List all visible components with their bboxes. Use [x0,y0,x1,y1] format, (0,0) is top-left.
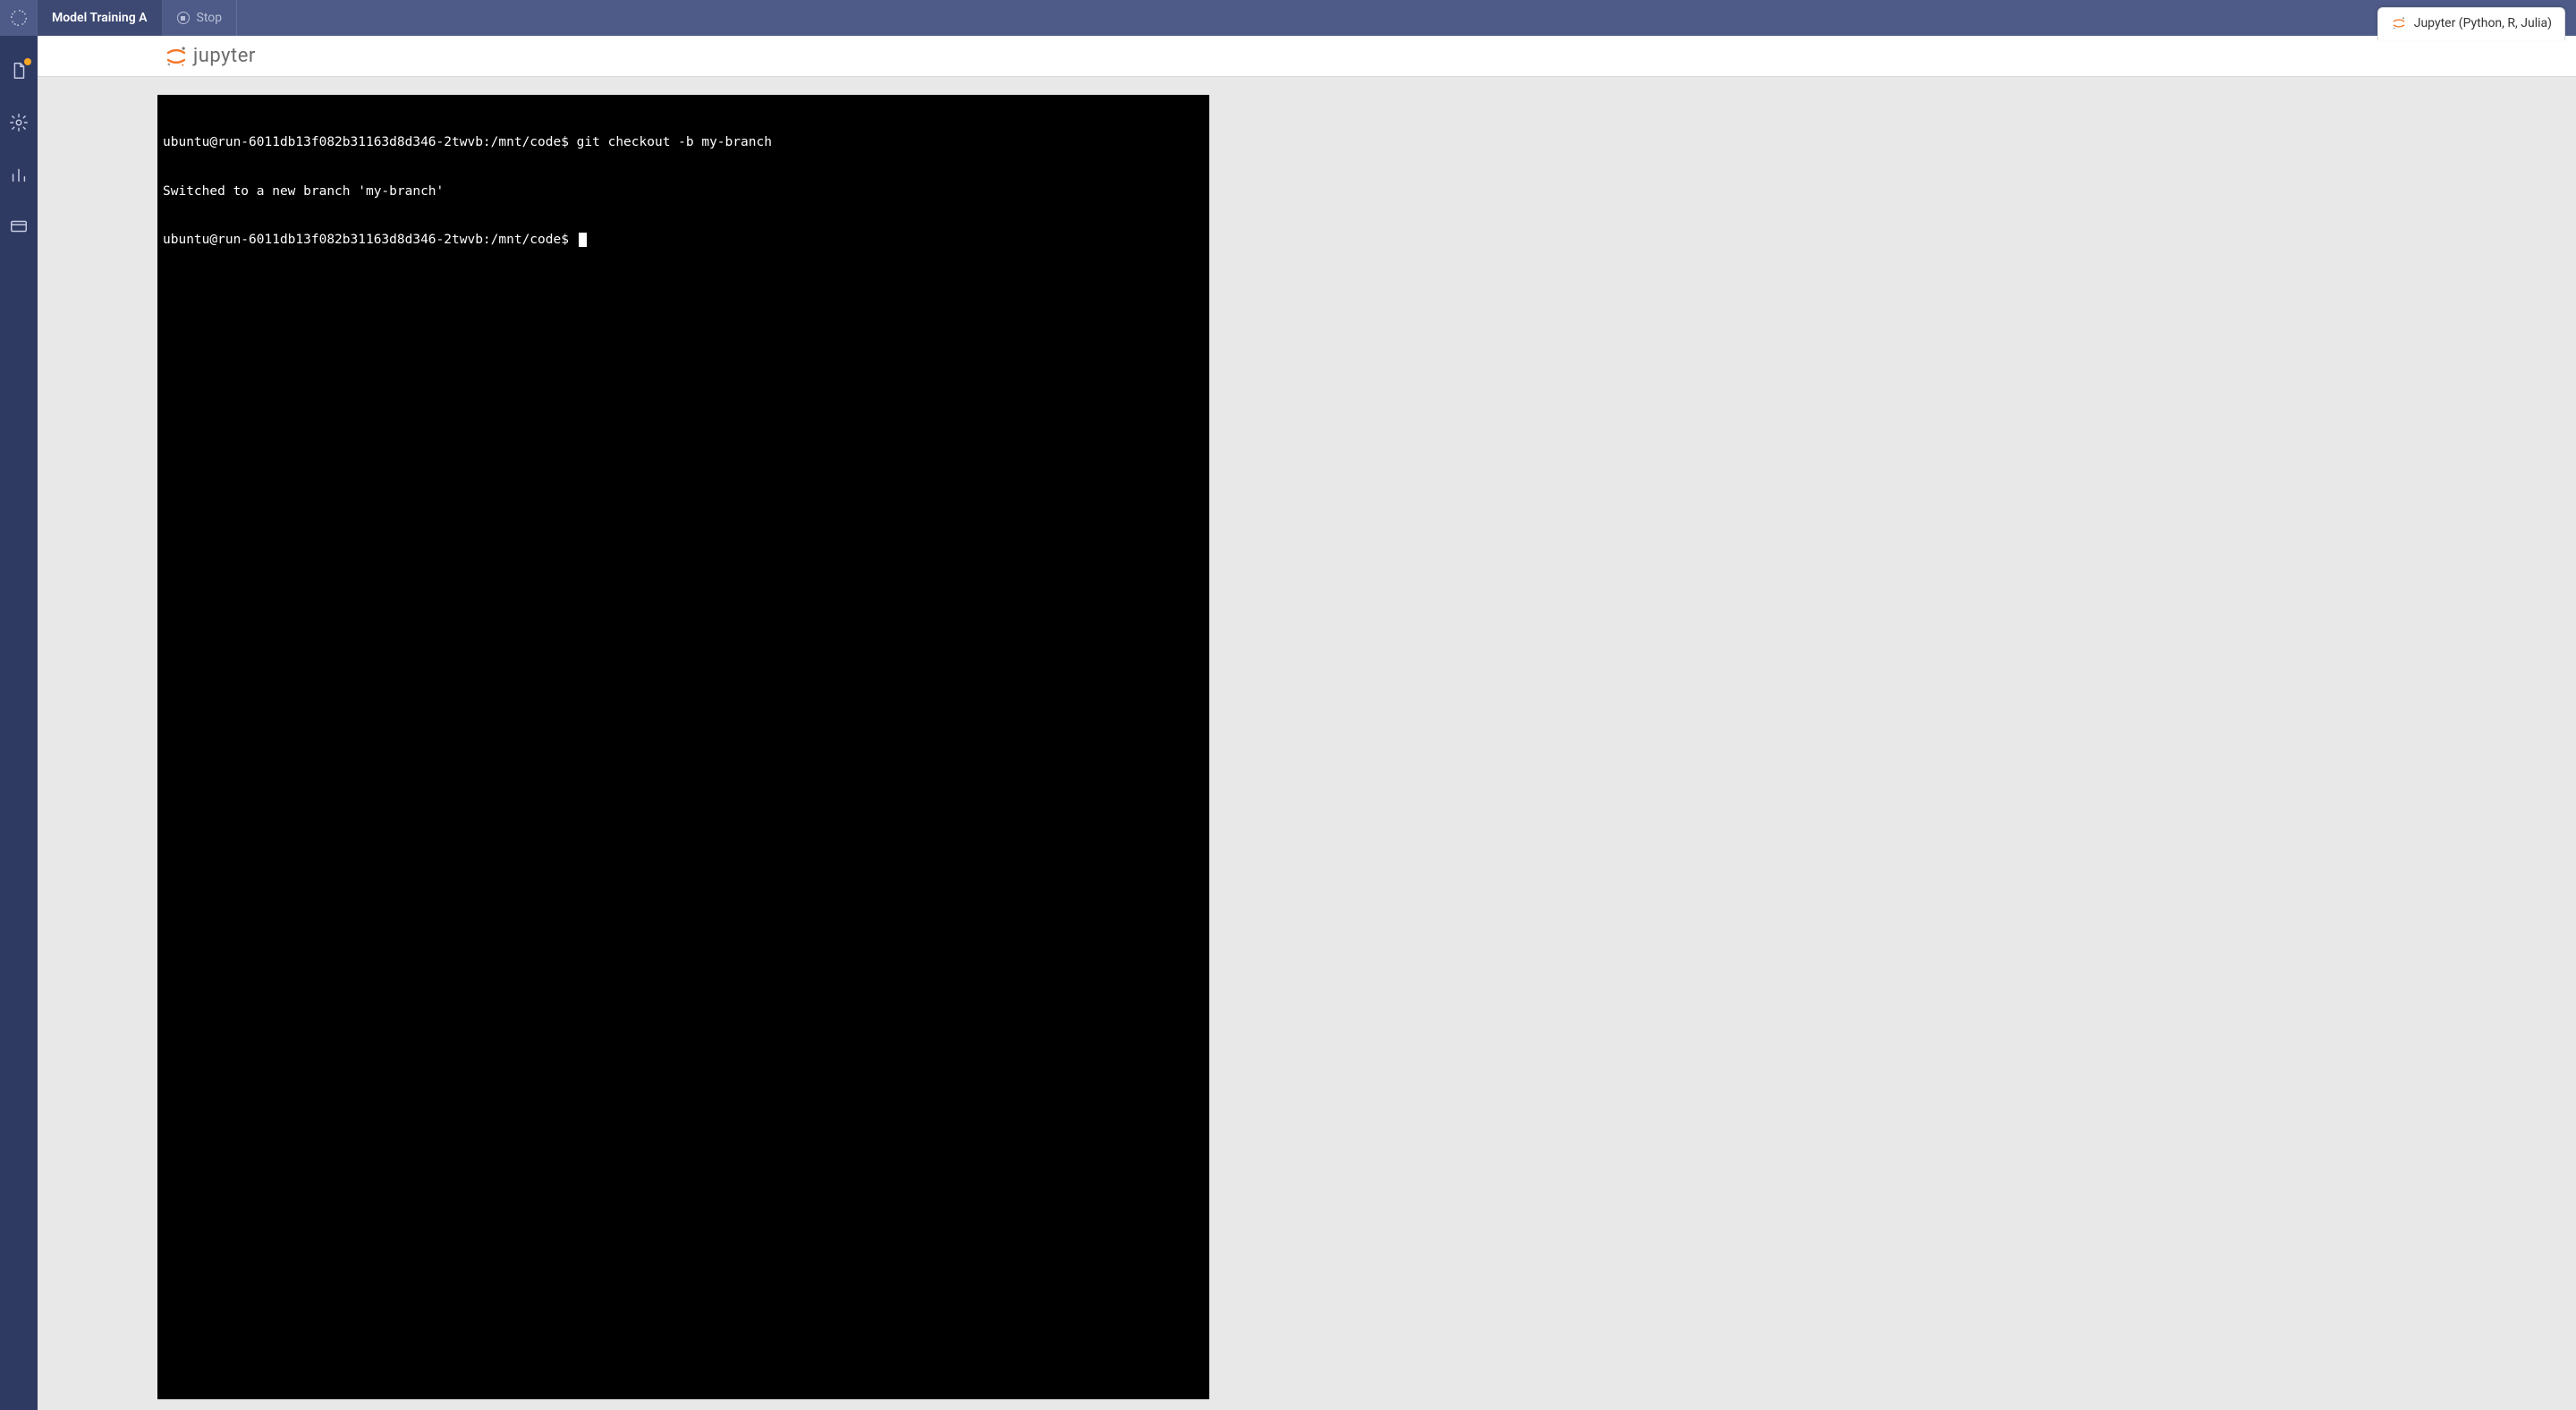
gear-icon [9,113,29,132]
workspace-title[interactable]: Model Training A [38,0,163,36]
terminal-line: ubuntu@run-6011db13f082b31163d8d346-2twv… [163,134,1204,150]
terminal-prompt: ubuntu@run-6011db13f082b31163d8d346-2twv… [163,233,577,247]
card-icon [9,217,29,236]
jupyter-small-icon [2391,15,2407,31]
sidebar-item-files[interactable] [9,61,29,81]
jupyter-brand-text: jupyter [193,45,256,67]
tab-jupyter-label: Jupyter (Python, R, Julia) [2414,16,2552,30]
terminal-line: ubuntu@run-6011db13f082b31163d8d346-2twv… [163,232,1204,248]
stop-button[interactable]: Stop [163,0,238,36]
terminal[interactable]: ubuntu@run-6011db13f082b31163d8d346-2twv… [157,95,1209,1399]
bar-chart-icon [9,165,29,184]
sidebar-item-metrics[interactable] [9,165,29,184]
stop-icon [177,12,190,24]
terminal-cursor [579,233,587,247]
notification-badge [24,58,31,65]
jupyter-header: jupyter [38,36,2576,77]
stop-button-label: Stop [197,11,223,25]
terminal-line: Switched to a new branch 'my-branch' [163,183,1204,200]
jupyter-icon [165,45,188,68]
sidebar-item-settings[interactable] [9,113,29,132]
topbar: Model Training A Stop Jupyter (Python, R… [0,0,2576,36]
main-area: jupyter ubuntu@run-6011db13f082b31163d8d… [38,36,2576,1410]
swirl-icon [9,8,29,28]
tab-jupyter[interactable]: Jupyter (Python, R, Julia) [2377,7,2565,40]
sidebar [0,36,38,1410]
topbar-spacer [237,0,2576,36]
app-logo[interactable] [0,0,38,36]
workspace-title-text: Model Training A [52,11,148,25]
jupyter-logo[interactable]: jupyter [165,45,256,68]
content-area: ubuntu@run-6011db13f082b31163d8d346-2twv… [38,77,2576,1410]
sidebar-item-card[interactable] [9,217,29,236]
